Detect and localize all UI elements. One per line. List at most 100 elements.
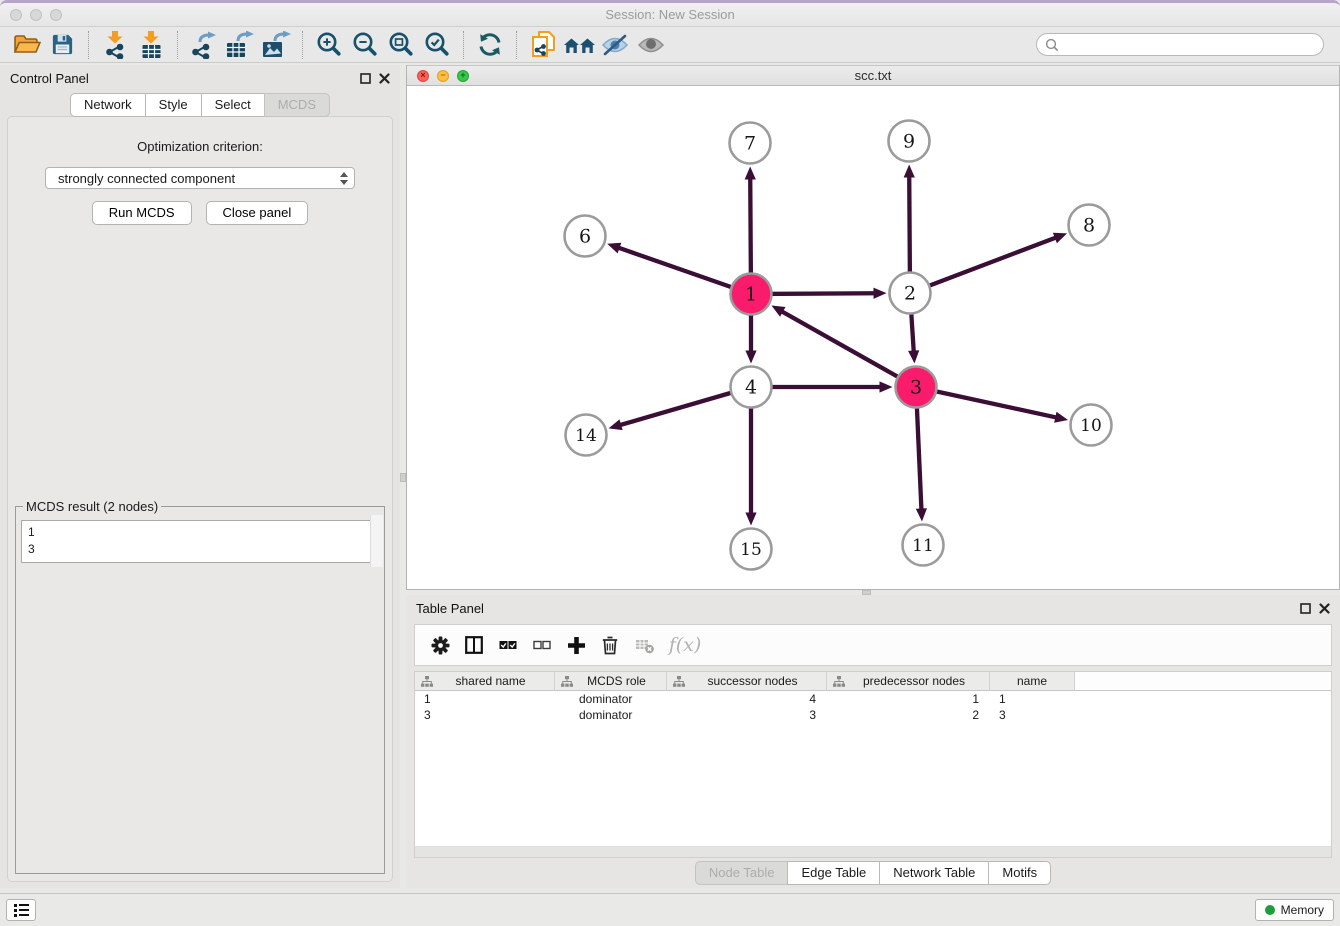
column-header-predecessor-nodes[interactable]: predecessor nodes (827, 672, 990, 690)
close-panel-icon[interactable] (379, 73, 390, 84)
memory-label: Memory (1281, 903, 1324, 917)
add-row-button[interactable] (561, 630, 591, 660)
graph-edge-2-8[interactable] (910, 237, 1057, 293)
graph-edge-arrowhead (745, 351, 756, 364)
save-session-button[interactable] (44, 29, 80, 61)
tab-edge-table[interactable]: Edge Table (787, 861, 880, 885)
toolbar-separator (88, 31, 89, 59)
mcds-panel: Optimization criterion: strongly connect… (7, 116, 393, 882)
delete-column-button[interactable] (629, 630, 659, 660)
zoom-in-button[interactable] (311, 29, 347, 61)
table-row[interactable]: 3dominator323 (415, 707, 1331, 723)
export-network-button[interactable] (186, 29, 222, 61)
export-image-button[interactable] (258, 29, 294, 61)
plus-icon (567, 636, 586, 655)
zoom-out-button[interactable] (347, 29, 383, 61)
refresh-view-button[interactable] (472, 29, 508, 61)
tab-network-table[interactable]: Network Table (879, 861, 989, 885)
column-header-successor-nodes[interactable]: successor nodes (667, 672, 827, 690)
close-panel-icon[interactable] (1319, 603, 1330, 614)
panel-divider[interactable] (400, 65, 406, 888)
delete-column-icon (635, 637, 654, 654)
memory-status-dot (1265, 905, 1275, 915)
import-network-button[interactable] (97, 29, 133, 61)
close-panel-button[interactable]: Close panel (206, 201, 309, 225)
table-panel-title: Table Panel (416, 601, 484, 616)
table-cell[interactable]: dominator (555, 708, 667, 722)
graph-edge-arrowhead (745, 166, 756, 179)
table-row[interactable]: 1dominator411 (415, 691, 1331, 707)
table-cell[interactable]: 3 (415, 708, 555, 722)
delete-row-button[interactable] (595, 630, 625, 660)
task-history-button[interactable] (6, 899, 36, 921)
result-scrollbar[interactable] (370, 515, 383, 567)
run-mcds-button[interactable]: Run MCDS (92, 201, 192, 225)
graph-node-label: 3 (910, 377, 922, 399)
import-table-icon (138, 30, 165, 59)
network-canvas[interactable]: 1234678910111415 (407, 86, 1339, 589)
tab-network[interactable]: Network (70, 93, 146, 117)
horizontal-divider[interactable] (406, 590, 1340, 595)
show-all-button[interactable] (633, 29, 669, 61)
control-panel: Control Panel NetworkStyleSelectMCDS Opt… (0, 65, 400, 888)
network-window-title: scc.txt (407, 68, 1339, 83)
control-panel-header: Control Panel (0, 65, 400, 91)
table-cell[interactable]: 1 (827, 692, 990, 706)
table-cell[interactable]: 3 (990, 708, 1075, 722)
tab-select[interactable]: Select (201, 93, 265, 117)
float-panel-icon[interactable] (1300, 603, 1311, 614)
first-neighbors-button[interactable] (561, 29, 597, 61)
table-cell[interactable]: 2 (827, 708, 990, 722)
select-all-columns-button[interactable] (493, 630, 523, 660)
optimization-criterion-value: strongly connected component (58, 171, 340, 186)
table-cell[interactable]: 1 (415, 692, 555, 706)
export-table-button[interactable] (222, 29, 258, 61)
tab-style[interactable]: Style (145, 93, 202, 117)
open-session-button[interactable] (8, 29, 44, 61)
save-icon (50, 32, 75, 57)
table-cell[interactable]: 3 (667, 708, 827, 722)
mcds-result-text[interactable]: 1 3 (21, 520, 379, 563)
show-eye-icon (636, 33, 666, 57)
mcds-result-title: MCDS result (2 nodes) (23, 499, 161, 514)
graph-node-label: 1 (745, 284, 757, 306)
column-header-name[interactable]: name (990, 672, 1075, 690)
column-header-shared-name[interactable]: shared name (415, 672, 555, 690)
table-settings-button[interactable] (425, 630, 455, 660)
graph-edge-arrowhead (607, 243, 621, 254)
function-builder-button[interactable]: f(x) (663, 630, 707, 660)
table-cell[interactable]: dominator (555, 692, 667, 706)
network-graph[interactable]: 1234678910111415 (407, 86, 1339, 586)
search-input[interactable] (1064, 38, 1315, 52)
deselect-all-columns-button[interactable] (527, 630, 557, 660)
column-layout-icon (465, 636, 483, 654)
hide-eye-icon (600, 33, 630, 57)
table-panel: Table Panel (406, 595, 1340, 888)
column-header-MCDS-role[interactable]: MCDS role (555, 672, 667, 690)
hierarchy-icon (561, 676, 573, 687)
tab-mcds[interactable]: MCDS (264, 93, 330, 117)
unchecked-boxes-icon (533, 638, 551, 652)
optimization-criterion-label: Optimization criterion: (8, 139, 392, 154)
table-cell[interactable]: 4 (667, 692, 827, 706)
zoom-fit-button[interactable] (383, 29, 419, 61)
graph-edge-3-1[interactable] (781, 311, 916, 387)
column-layout-button[interactable] (459, 630, 489, 660)
tab-node-table[interactable]: Node Table (695, 861, 789, 885)
open-folder-icon (12, 32, 41, 57)
table-cell[interactable]: 1 (990, 692, 1075, 706)
toolbar-separator (463, 31, 464, 59)
export-image-icon (261, 31, 291, 59)
divider-grip[interactable] (862, 590, 871, 595)
tab-motifs[interactable]: Motifs (988, 861, 1051, 885)
graph-node-label: 15 (740, 540, 762, 560)
optimization-criterion-select[interactable]: strongly connected component (45, 167, 355, 189)
import-table-button[interactable] (133, 29, 169, 61)
zoom-selected-button[interactable] (419, 29, 455, 61)
memory-button[interactable]: Memory (1255, 899, 1334, 921)
divider-grip[interactable] (400, 473, 406, 482)
float-panel-icon[interactable] (360, 73, 371, 84)
table-hscrollbar[interactable] (414, 846, 1332, 858)
hide-selected-button[interactable] (597, 29, 633, 61)
clone-network-button[interactable] (525, 29, 561, 61)
